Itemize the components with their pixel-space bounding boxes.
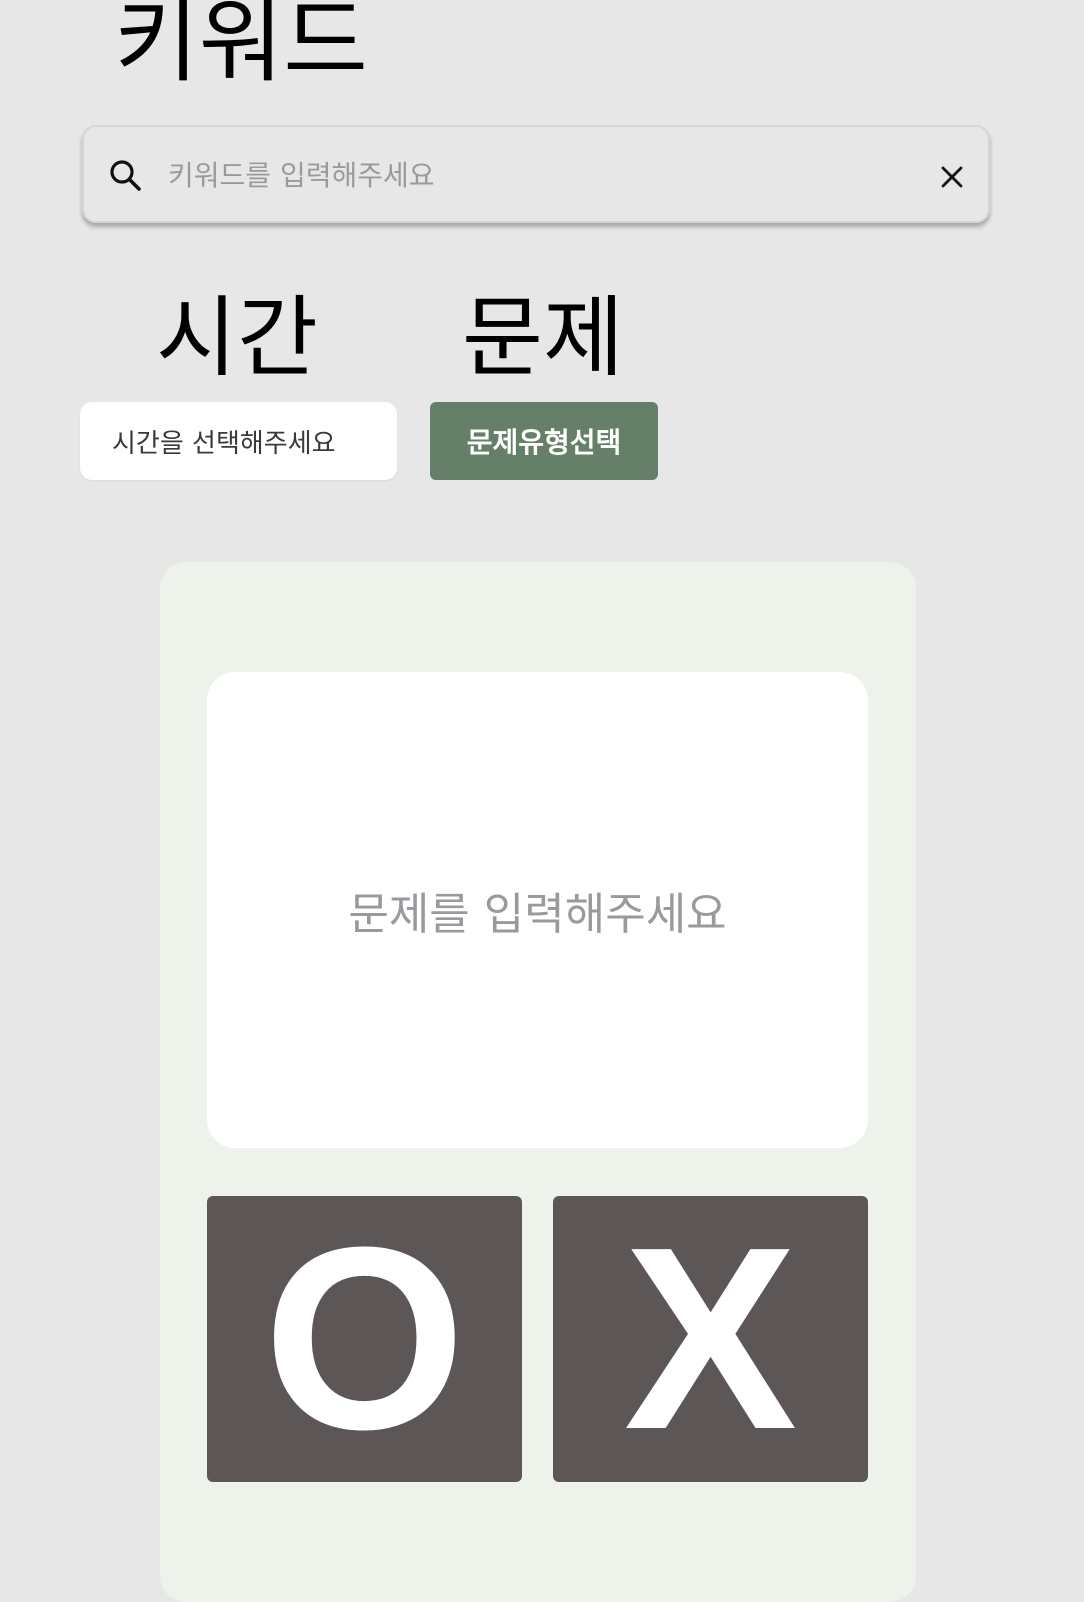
question-input-box[interactable]: 문제를 입력해주세요 — [207, 672, 868, 1148]
time-select-label: 시간을 선택해주세요 — [112, 428, 336, 459]
keyword-search-input[interactable] — [168, 151, 908, 199]
close-icon[interactable] — [940, 165, 964, 189]
time-section-title: 시간 — [156, 286, 318, 389]
answer-o-button[interactable]: O — [207, 1196, 522, 1482]
problem-type-select-button[interactable]: 문제유형선택 — [430, 402, 658, 480]
keyword-title: 키워드 — [114, 0, 368, 95]
search-icon — [110, 160, 141, 191]
answer-x-button[interactable]: X — [553, 1196, 868, 1482]
keyword-search-bar[interactable] — [82, 125, 990, 223]
time-select[interactable]: 시간을 선택해주세요 — [80, 402, 397, 480]
problem-section-title: 문제 — [462, 286, 624, 389]
quiz-card: 문제를 입력해주세요 O X — [160, 562, 916, 1602]
question-input-placeholder: 문제를 입력해주세요 — [348, 889, 727, 940]
